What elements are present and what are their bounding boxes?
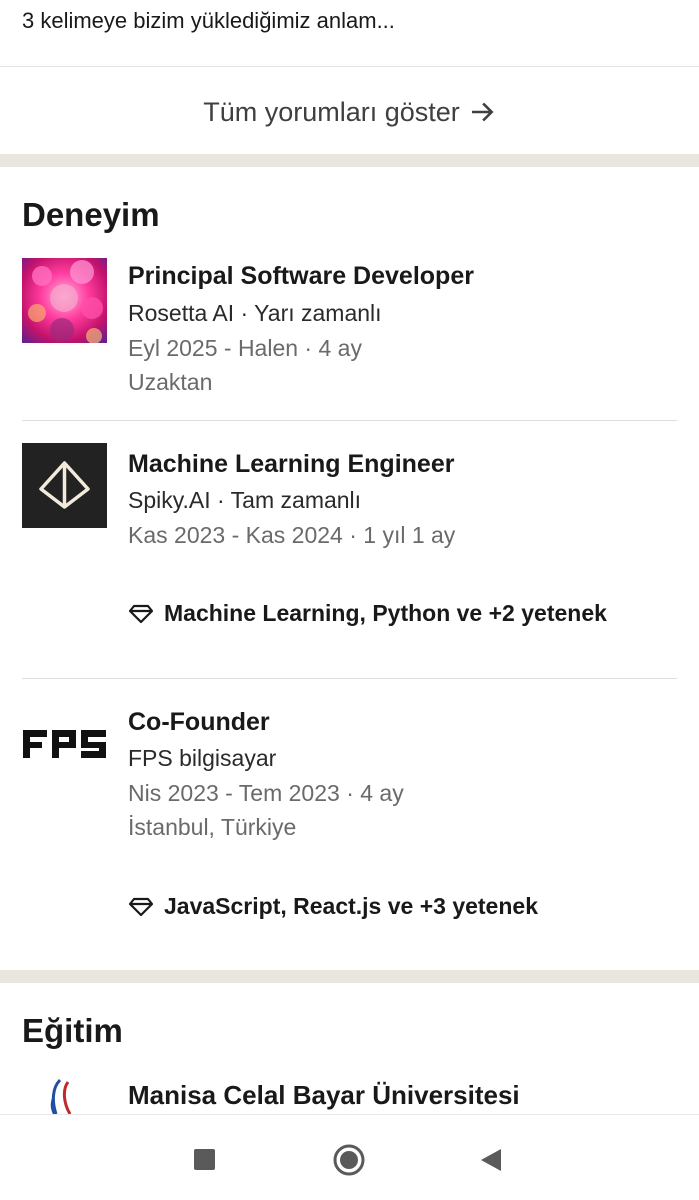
recommendation-snippet: 3 kelimeye bizim yüklediğimiz anlam...	[22, 8, 395, 33]
diamond-icon	[128, 604, 154, 623]
arrow-right-icon	[471, 102, 494, 122]
square-icon[interactable]	[188, 1143, 222, 1177]
rosetta-ai-logo	[22, 258, 107, 343]
divider	[22, 678, 677, 679]
skills-link[interactable]: JavaScript, React.js ve +3 yetenek	[128, 893, 538, 920]
skills-link[interactable]: Machine Learning, Python ve +2 yetenek	[128, 600, 607, 627]
job-location: Uzaktan	[128, 369, 213, 395]
triangle-back-icon[interactable]	[475, 1143, 509, 1177]
school-name: Manisa Celal Bayar Üniversitesi	[128, 1080, 520, 1110]
show-all-comments-button[interactable]: Tüm yorumları göster	[0, 90, 699, 134]
job-dates: Nis 2023 - Tem 2023 · 4 ay	[128, 780, 404, 806]
job-title: Co-Founder	[128, 708, 270, 736]
company-line: Rosetta AI · Yarı zamanlı	[128, 300, 382, 326]
system-navigation-bar	[0, 1114, 699, 1200]
fps-logo	[22, 701, 107, 786]
divider	[22, 420, 677, 421]
skills-label: Machine Learning, Python ve +2 yetenek	[164, 600, 607, 626]
section-separator	[0, 970, 699, 983]
job-location: İstanbul, Türkiye	[128, 814, 297, 840]
job-dates: Eyl 2025 - Halen · 4 ay	[128, 335, 362, 361]
education-heading: Eğitim	[22, 1012, 123, 1049]
job-dates: Kas 2023 - Kas 2024 · 1 yıl 1 ay	[128, 522, 456, 548]
diamond-icon	[128, 897, 154, 916]
job-title: Machine Learning Engineer	[128, 450, 455, 478]
spiky-ai-logo	[22, 443, 107, 528]
experience-heading: Deneyim	[22, 196, 160, 233]
circle-home-icon[interactable]	[332, 1143, 366, 1177]
job-title: Principal Software Developer	[128, 262, 474, 290]
company-line: Spiky.AI · Tam zamanlı	[128, 487, 362, 513]
skills-label: JavaScript, React.js ve +3 yetenek	[164, 893, 538, 919]
mcbu-logo	[22, 1076, 107, 1114]
divider	[0, 66, 699, 67]
show-all-comments-label: Tüm yorumları göster	[203, 96, 460, 127]
section-separator	[0, 154, 699, 167]
company-line: FPS bilgisayar	[128, 745, 277, 771]
